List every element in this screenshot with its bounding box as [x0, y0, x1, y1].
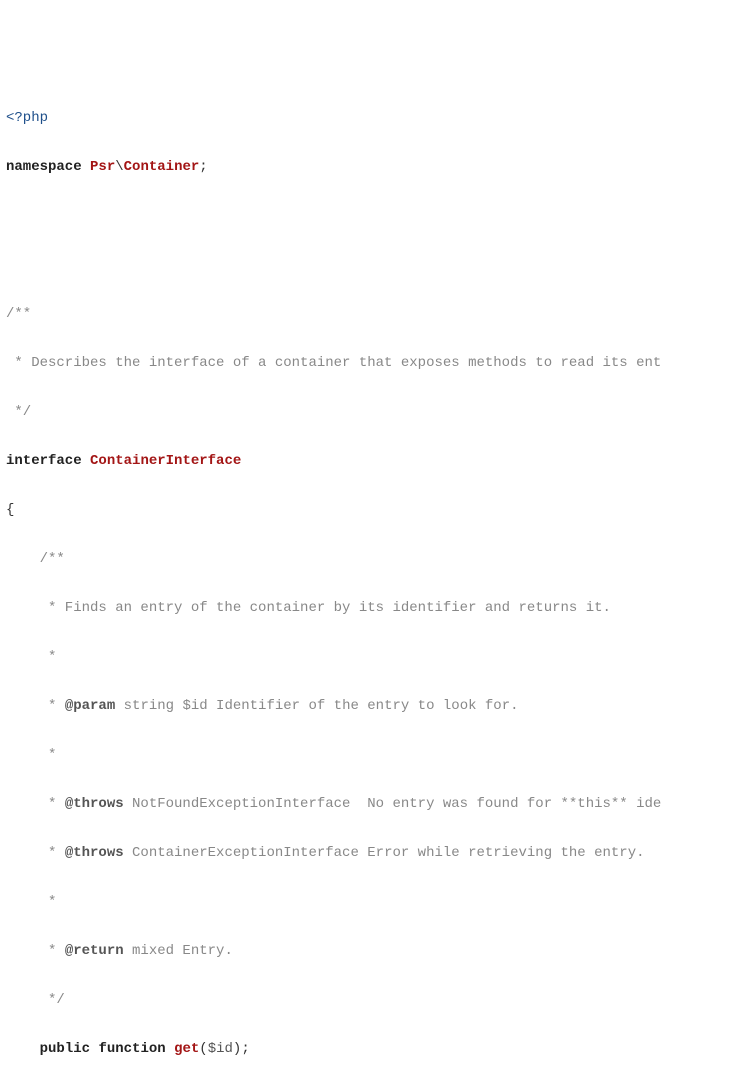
paren-open: (: [199, 1041, 207, 1057]
code-line: namespace Psr\Container;: [6, 155, 730, 180]
space: [82, 159, 90, 175]
doc-throws-text: NotFoundExceptionInterface No entry was …: [124, 796, 662, 812]
doc-prefix: *: [6, 845, 65, 861]
keyword-function: function: [98, 1041, 165, 1057]
doc-prefix: *: [6, 943, 65, 959]
param-var: $id: [208, 1041, 233, 1057]
doc-param-rest: string $id Identifier of the entry to lo…: [115, 698, 518, 714]
code-line: interface ContainerInterface: [6, 449, 730, 474]
doc-close: */: [6, 404, 31, 420]
keyword-interface: interface: [6, 453, 82, 469]
php-open-tag: <?php: [6, 110, 48, 126]
doc-star: *: [6, 747, 56, 763]
doc-star: *: [6, 649, 56, 665]
doc-comment-line: * @param string $id Identifier of the en…: [6, 694, 730, 719]
doc-comment-line: */: [6, 988, 730, 1013]
blank-line: [6, 204, 730, 229]
doc-comment-line: *: [6, 645, 730, 670]
doc-open: /**: [6, 306, 31, 322]
doc-star: *: [6, 894, 56, 910]
space: [90, 1041, 98, 1057]
code-line: {: [6, 498, 730, 523]
paren-close: ): [233, 1041, 241, 1057]
namespace-part: Psr: [90, 159, 115, 175]
doc-prefix: *: [6, 698, 65, 714]
doc-comment-line: *: [6, 890, 730, 915]
doc-comment-line: * @return mixed Entry.: [6, 939, 730, 964]
space: [166, 1041, 174, 1057]
code-line: <?php: [6, 106, 730, 131]
blank-line: [6, 253, 730, 278]
code-line: public function get($id);: [6, 1037, 730, 1062]
doc-comment-line: * Finds an entry of the container by its…: [6, 596, 730, 621]
function-name: get: [174, 1041, 199, 1057]
indent: [6, 1041, 40, 1057]
doc-tag-return: @return: [65, 943, 124, 959]
doc-tag-throws: @throws: [65, 796, 124, 812]
doc-prefix: *: [6, 796, 65, 812]
doc-comment-line: * @throws ContainerExceptionInterface Er…: [6, 841, 730, 866]
keyword-namespace: namespace: [6, 159, 82, 175]
doc-throws-text: ContainerExceptionInterface Error while …: [124, 845, 645, 861]
doc-comment-line: */: [6, 400, 730, 425]
doc-text: * Finds an entry of the container by its…: [6, 600, 611, 616]
doc-comment-line: /**: [6, 547, 730, 572]
namespace-part: Container: [124, 159, 200, 175]
doc-return-text: mixed Entry.: [124, 943, 233, 959]
doc-comment-line: * @throws NotFoundExceptionInterface No …: [6, 792, 730, 817]
doc-desc: * Describes the interface of a container…: [6, 355, 661, 371]
space: [82, 453, 90, 469]
doc-tag-throws: @throws: [65, 845, 124, 861]
semicolon: ;: [241, 1041, 249, 1057]
doc-comment-line: /**: [6, 302, 730, 327]
semicolon: ;: [199, 159, 207, 175]
interface-name: ContainerInterface: [90, 453, 241, 469]
doc-close: */: [6, 992, 65, 1008]
doc-comment-line: * Describes the interface of a container…: [6, 351, 730, 376]
doc-comment-line: *: [6, 743, 730, 768]
namespace-separator: \: [115, 159, 123, 175]
brace-open: {: [6, 502, 14, 518]
keyword-public: public: [40, 1041, 90, 1057]
doc-tag-param: @param: [65, 698, 115, 714]
doc-open: /**: [6, 551, 65, 567]
